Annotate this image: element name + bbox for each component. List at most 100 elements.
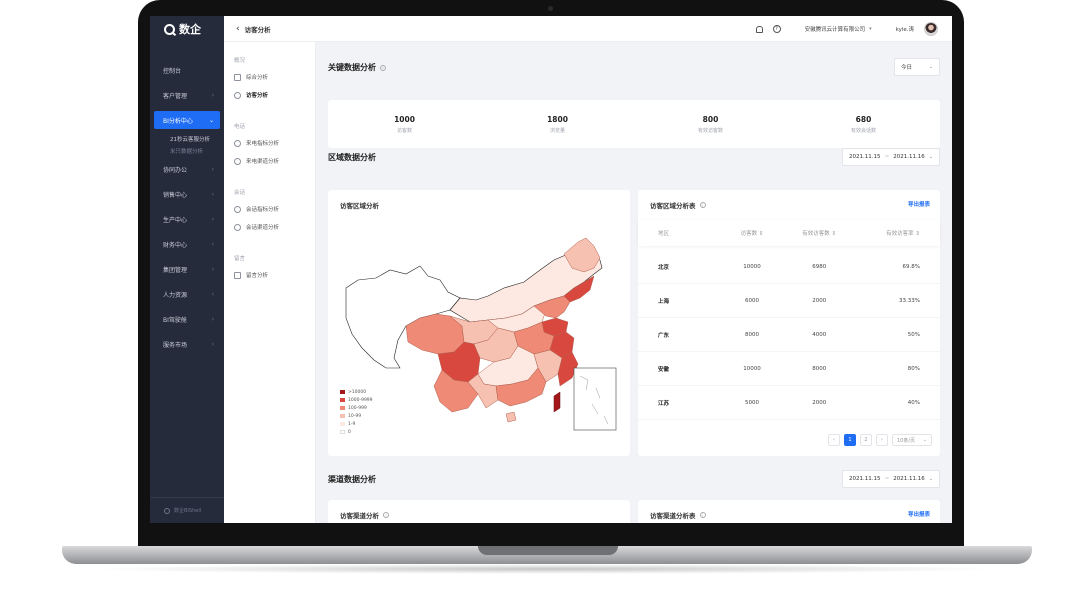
cell-region: 上海 xyxy=(658,298,670,305)
sidebar-nav: 控制台 客户管理 › BI分析中心 ⌄ 21秒云客服分析 米只数据分析 协同办公 › … xyxy=(150,58,224,357)
menu-item-call-metrics[interactable]: 来电指标分析 xyxy=(224,134,315,152)
date-start: 2021.11.15 xyxy=(849,154,881,160)
sidebar-item-sales[interactable]: 销售中心 › xyxy=(150,182,224,207)
phone-channel-icon xyxy=(234,157,241,165)
china-map[interactable] xyxy=(328,218,630,448)
metric-label: 访客数 xyxy=(396,127,412,134)
export-report-link[interactable]: 导出报表 xyxy=(908,200,930,208)
next-page-button[interactable]: › xyxy=(876,434,888,446)
column-header-rate[interactable]: 有效访客率 ⇕ xyxy=(853,229,940,237)
sidebar-item-finance[interactable]: 财务中心 › xyxy=(150,232,224,257)
menu-item-chat-channel[interactable]: 会话渠道分析 xyxy=(224,218,315,236)
table-row[interactable]: 安徽 10000 8000 80% xyxy=(638,352,940,386)
page-size-value: 10条/页 xyxy=(897,437,916,444)
sidebar-footer: 数企BIShell xyxy=(150,497,224,523)
chevron-right-icon: › xyxy=(211,92,214,99)
sidebar-item-hr[interactable]: 人力资源 › xyxy=(150,282,224,307)
map-inset-south-sea xyxy=(573,367,617,431)
sidebar-item-console[interactable]: 控制台 xyxy=(150,58,224,83)
legend-item: 0 xyxy=(340,428,373,436)
cell-rate: 33.33% xyxy=(899,297,920,304)
metric-label: 浏览量 xyxy=(549,127,565,134)
menu-item-label: 会话渠道分析 xyxy=(246,225,280,231)
sidebar-item-customers[interactable]: 客户管理 › xyxy=(150,83,224,108)
region-date-range[interactable]: 2021.11.15 ~ 2021.11.16 ⌄ xyxy=(842,148,940,166)
legend-label: 100-999 xyxy=(348,405,367,411)
page-button-current[interactable]: 1 xyxy=(844,434,856,446)
map-region-hainan[interactable] xyxy=(505,411,517,423)
metric-label: 有效会话数 xyxy=(850,127,876,134)
legend-item: 100-999 xyxy=(340,404,373,412)
menu-item-visitor[interactable]: 访客分析 xyxy=(224,86,315,104)
cell-visitors: 10000 xyxy=(743,365,761,372)
sidebar-item-group[interactable]: 集团管理 › xyxy=(150,257,224,282)
cell-valid: 8000 xyxy=(812,365,827,372)
legend-label: 1000-9999 xyxy=(348,397,373,403)
sidebar-subitem-cs-analysis[interactable]: 21秒云客服分析 xyxy=(150,133,224,145)
company-switcher[interactable]: 安徽腾讯云计算有限公司 ▾ xyxy=(805,25,872,33)
chevron-down-icon: ⌄ xyxy=(928,64,933,70)
channel-card-title: 访客渠道分析 i xyxy=(340,510,389,520)
date-end: 2021.11.16 xyxy=(893,476,925,482)
menu-item-label: 会话指标分析 xyxy=(246,207,280,213)
info-icon[interactable]: i xyxy=(383,512,389,518)
sidebar-subitem-data-analysis[interactable]: 米只数据分析 xyxy=(150,145,224,157)
sidebar-item-label: 服务市场 xyxy=(163,342,188,349)
column-header-valid[interactable]: 有效访客数 ⇕ xyxy=(786,229,853,237)
table-row[interactable]: 广东 8000 4000 50% xyxy=(638,318,940,352)
info-icon[interactable]: i xyxy=(380,64,386,71)
menu-item-label: 留言分析 xyxy=(246,273,269,279)
chevron-right-icon: › xyxy=(211,316,214,323)
info-icon[interactable]: i xyxy=(699,512,706,518)
export-report-link[interactable]: 导出报表 xyxy=(908,510,930,518)
chevron-down-icon: ⌄ xyxy=(922,437,927,443)
message-icon xyxy=(234,271,241,279)
sidebar-item-market[interactable]: 服务市场 › xyxy=(150,332,224,357)
cell-visitors: 5000 xyxy=(745,399,760,406)
page-size-select[interactable]: 10条/页 ⌄ xyxy=(892,434,932,446)
column-header-visitors[interactable]: 访客数 ⇕ xyxy=(718,229,785,237)
caret-down-icon: ▾ xyxy=(869,26,872,32)
menu-item-label: 综合分析 xyxy=(246,75,269,81)
phone-icon xyxy=(234,139,241,147)
help-icon[interactable]: ? xyxy=(772,25,781,33)
back-arrow-icon[interactable]: ‹ xyxy=(236,24,240,34)
sidebar-item-office[interactable]: 协同办公 › xyxy=(150,157,224,182)
avatar[interactable] xyxy=(924,22,938,36)
chat-icon xyxy=(234,205,241,213)
period-select[interactable]: 今日 ⌄ xyxy=(894,58,940,76)
channel-date-range[interactable]: 2021.11.15 ~ 2021.11.16 ⌄ xyxy=(842,470,940,488)
legend-item: >10000 xyxy=(340,388,373,396)
sidebar-item-bi-center[interactable]: BI分析中心 ⌄ xyxy=(154,111,220,129)
menu-group-title: 会话 xyxy=(234,190,246,196)
page-button[interactable]: 2 xyxy=(860,434,872,446)
table-row[interactable]: 上海 6000 2000 33.33% xyxy=(638,284,940,318)
bell-icon[interactable] xyxy=(755,25,763,33)
app-logo[interactable]: 数企 xyxy=(150,16,224,42)
menu-item-message[interactable]: 留言分析 xyxy=(224,266,315,284)
chevron-right-icon: › xyxy=(211,341,214,348)
table-row[interactable]: 北京 10000 6980 69.8% xyxy=(638,250,940,284)
sidebar-item-label: 财务中心 xyxy=(163,242,188,249)
map-region-taiwan[interactable] xyxy=(553,391,561,413)
menu-item-call-channel[interactable]: 来电渠道分析 xyxy=(224,152,315,170)
cell-region: 安徽 xyxy=(658,366,670,373)
sidebar-item-bi-cockpit[interactable]: BI驾驶舱 › xyxy=(150,307,224,332)
grid-icon xyxy=(234,73,241,81)
section-title-text: 关键数据分析 xyxy=(328,63,376,72)
sidebar-item-production[interactable]: 生产中心 › xyxy=(150,207,224,232)
cell-rate: 80% xyxy=(907,365,920,372)
region-title: 区域数据分析 xyxy=(328,152,376,163)
sidebar-item-label: 控制台 xyxy=(163,68,182,75)
sidebar-item-label: 集团管理 xyxy=(163,267,188,274)
menu-item-overall[interactable]: 综合分析 xyxy=(224,68,315,86)
menu-item-chat-metrics[interactable]: 会话指标分析 xyxy=(224,200,315,218)
info-icon[interactable]: i xyxy=(699,202,706,208)
cell-rate: 69.8% xyxy=(902,263,920,270)
prev-page-button[interactable]: ‹ xyxy=(828,434,840,446)
card-title-text: 访客区域分析表 xyxy=(650,202,696,210)
user-name[interactable]: kyle.涛 xyxy=(896,25,914,33)
logo-icon xyxy=(164,23,175,35)
table-row[interactable]: 江苏 5000 2000 40% xyxy=(638,386,940,420)
cell-valid: 4000 xyxy=(812,331,827,338)
